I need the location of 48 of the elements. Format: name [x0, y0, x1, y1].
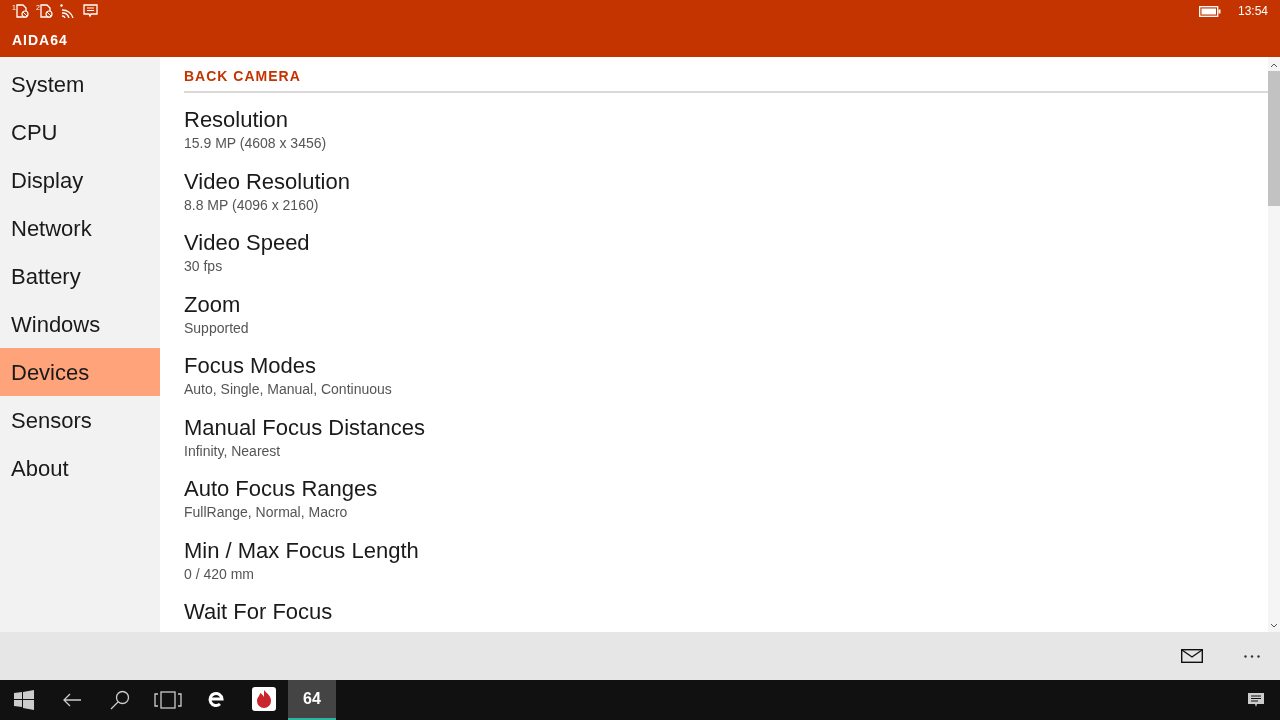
- property-name: Wait For Focus: [184, 598, 333, 626]
- sidebar-item[interactable]: Display: [0, 156, 160, 204]
- clock-time: 13:54: [1237, 3, 1268, 20]
- browser-e-icon: [207, 690, 225, 708]
- more-icon: [1244, 654, 1260, 658]
- sidebar-item[interactable]: System: [0, 60, 160, 108]
- property-name: Video Resolution: [184, 167, 350, 196]
- sidebar-item[interactable]: Network: [0, 204, 160, 252]
- sidebar-item[interactable]: Sensors: [0, 396, 160, 444]
- scrollbar-thumb[interactable]: [1268, 71, 1280, 206]
- property-value: Infinity, Nearest: [184, 441, 281, 460]
- back-arrow-icon: [62, 693, 82, 707]
- property-name: Min / Max Focus Length: [184, 536, 419, 565]
- property-value: 15.9 MP (4608 x 3456): [184, 134, 327, 152]
- wifi-icon: [59, 4, 76, 18]
- sidebar-item[interactable]: CPU: [0, 108, 160, 156]
- property-name: Resolution: [184, 106, 288, 134]
- property-name: Focus Modes: [184, 352, 317, 380]
- scrollbar[interactable]: [1268, 57, 1280, 632]
- sidebar-item[interactable]: Windows: [0, 300, 160, 348]
- section-heading: BACK CAMERA: [184, 67, 302, 86]
- flame-app-icon: [252, 687, 276, 711]
- property-value: 8.8 MP (4096 x 2160): [184, 195, 319, 214]
- battery-icon: [1198, 5, 1221, 17]
- mail-icon: [1181, 649, 1203, 663]
- property-name: Video Speed: [184, 229, 310, 257]
- sidebar-item[interactable]: Battery: [0, 252, 160, 300]
- property-value: 0 / 420 mm: [184, 564, 255, 583]
- aida64-app-button[interactable]: 64: [288, 680, 336, 720]
- scroll-up-icon[interactable]: [1270, 62, 1278, 68]
- property-name: Auto Focus Ranges: [184, 475, 378, 503]
- property-value: FullRange, Normal, Macro: [184, 503, 348, 521]
- search-icon: [110, 690, 130, 710]
- sim-card-icon: [39, 4, 53, 18]
- windows-logo-icon: [14, 690, 34, 710]
- property-name: Manual Focus Distances: [184, 413, 425, 442]
- app-title: AIDA64: [11, 31, 69, 50]
- property-value: 30 fps: [184, 257, 223, 275]
- scroll-down-icon[interactable]: [1270, 623, 1278, 629]
- notification-icon: [1248, 692, 1264, 708]
- sidebar-item[interactable]: Devices: [0, 348, 160, 396]
- message-icon: [82, 4, 98, 18]
- property-name: Zoom: [184, 290, 241, 319]
- property-value: Auto, Single, Manual, Continuous: [184, 380, 392, 398]
- property-value: Supported: [184, 318, 249, 337]
- task-view-icon: [154, 691, 182, 709]
- sidebar-item[interactable]: About: [0, 444, 160, 492]
- sim-card-icon: [15, 4, 29, 18]
